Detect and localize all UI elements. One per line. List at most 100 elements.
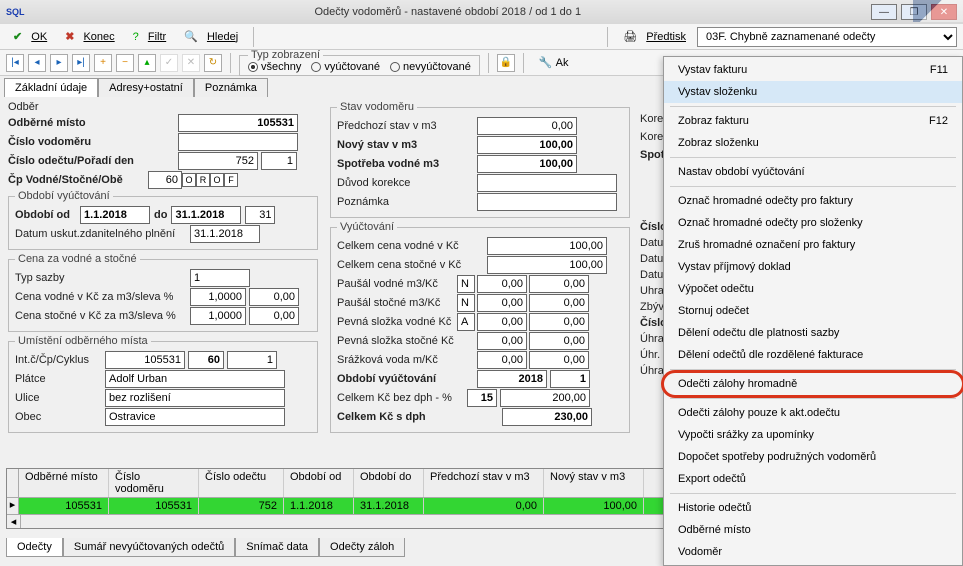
pevna-stocne-2[interactable] bbox=[529, 332, 589, 350]
hledej-button[interactable]: 🔍 Hledej bbox=[177, 28, 245, 45]
radio-billed[interactable]: vyúčtované bbox=[311, 61, 380, 73]
radio-unbilled[interactable]: nevyúčtované bbox=[390, 61, 471, 73]
lock-icon[interactable]: 🔒 bbox=[497, 54, 515, 72]
poznamka-input[interactable] bbox=[477, 193, 617, 211]
celkem-bez-pct[interactable] bbox=[467, 389, 497, 407]
menu-oznac-slozenky[interactable]: Označ hromadné odečty pro složenky bbox=[664, 212, 962, 234]
nav-first-icon[interactable]: |◂ bbox=[6, 54, 24, 72]
menu-zobraz-fakturu[interactable]: Zobraz fakturuF12 bbox=[664, 110, 962, 132]
cena-stocne-sleva[interactable] bbox=[249, 307, 299, 325]
akce-button[interactable]: 🔧Ak bbox=[532, 54, 576, 71]
srazkova-1[interactable] bbox=[477, 351, 527, 369]
pevna-vodne-1[interactable] bbox=[477, 313, 527, 331]
menu-vystav-prijmovy[interactable]: Vystav příjmový doklad bbox=[664, 256, 962, 278]
celkem-bez-input[interactable] bbox=[500, 389, 590, 407]
menu-vystav-slozenku[interactable]: Vystav složenku bbox=[664, 81, 962, 103]
celkem-stocne-input[interactable] bbox=[487, 256, 607, 274]
menu-vypocti-srazky[interactable]: Vypočti srážky za upomínky bbox=[664, 424, 962, 446]
menu-odberne-misto[interactable]: Odběrné místo bbox=[664, 519, 962, 541]
btab-snimac[interactable]: Snímač data bbox=[235, 538, 319, 557]
menu-deleni-fakturace[interactable]: Dělení odečtů dle rozdělené fakturace bbox=[664, 344, 962, 366]
ok-button[interactable]: ✔ OK bbox=[6, 28, 54, 45]
menu-vypocet-odectu[interactable]: Výpočet odečtu bbox=[664, 278, 962, 300]
scroll-left-icon[interactable]: ◂ bbox=[7, 515, 21, 528]
grid-h5[interactable]: Období do bbox=[354, 469, 424, 497]
pevna-vodne-flag[interactable] bbox=[457, 313, 475, 331]
nav-add-icon[interactable]: + bbox=[94, 54, 112, 72]
menu-vystav-fakturu[interactable]: Vystav fakturuF11 bbox=[664, 59, 962, 81]
tab-basic[interactable]: Základní údaje bbox=[4, 78, 98, 97]
cp-input[interactable] bbox=[148, 171, 182, 189]
obec-input[interactable] bbox=[105, 408, 285, 426]
cena-vodne-sleva[interactable] bbox=[249, 288, 299, 306]
minimize-button[interactable]: — bbox=[871, 4, 897, 20]
tab-note[interactable]: Poznámka bbox=[194, 78, 268, 97]
pausal-stocne-flag[interactable] bbox=[457, 294, 475, 312]
flag-f[interactable]: F bbox=[224, 173, 238, 187]
menu-deleni-sazby[interactable]: Dělení odečtu dle platnosti sazby bbox=[664, 322, 962, 344]
obdobi-vyuct-rok[interactable] bbox=[477, 370, 547, 388]
pausal-vodne-m3[interactable] bbox=[477, 275, 527, 293]
srazkova-2[interactable] bbox=[529, 351, 589, 369]
menu-stornuj-odecet[interactable]: Stornuj odečet bbox=[664, 300, 962, 322]
grid-h6[interactable]: Předchozí stav v m3 bbox=[424, 469, 544, 497]
nav-refresh-icon[interactable]: ↻ bbox=[204, 54, 222, 72]
menu-dopocet-spotreby[interactable]: Dopočet spotřeby podružných vodoměrů bbox=[664, 446, 962, 468]
grid-h7[interactable]: Nový stav v m3 bbox=[544, 469, 644, 497]
menu-odecti-zalohy-akt[interactable]: Odečti zálohy pouze k akt.odečtu bbox=[664, 402, 962, 424]
predtisk-button[interactable]: 🖨 Předtisk bbox=[616, 28, 693, 45]
intc1-input[interactable] bbox=[105, 351, 185, 369]
menu-zrus-oznaceni[interactable]: Zruš hromadné označení pro faktury bbox=[664, 234, 962, 256]
obdobi-od-input[interactable] bbox=[80, 206, 150, 224]
intc2-input[interactable] bbox=[188, 351, 224, 369]
btab-sumar[interactable]: Sumář nevyúčtovaných odečtů bbox=[63, 538, 235, 557]
konec-button[interactable]: ✖ Konec bbox=[58, 28, 121, 45]
cena-stocne-input[interactable] bbox=[190, 307, 246, 325]
ulice-input[interactable] bbox=[105, 389, 285, 407]
menu-zobraz-slozenku[interactable]: Zobraz složenku bbox=[664, 132, 962, 154]
nav-del-icon[interactable]: − bbox=[116, 54, 134, 72]
pausal-stocne-m3[interactable] bbox=[477, 294, 527, 312]
btab-odecty[interactable]: Odečty bbox=[6, 538, 63, 557]
predtisk-select[interactable]: 03F. Chybně zaznamenané odečty bbox=[697, 27, 957, 47]
menu-export-odectu[interactable]: Export odečtů bbox=[664, 468, 962, 490]
novy-stav-input[interactable] bbox=[477, 136, 577, 154]
poradi-input[interactable] bbox=[261, 152, 297, 170]
flag-o2[interactable]: O bbox=[210, 173, 224, 187]
grid-h3[interactable]: Číslo odečtu bbox=[199, 469, 284, 497]
cislo-vodomeru-input[interactable] bbox=[178, 133, 298, 151]
celkem-s-input[interactable] bbox=[502, 408, 592, 426]
pausal-stocne-kc[interactable] bbox=[529, 294, 589, 312]
tab-addresses[interactable]: Adresy+ostatní bbox=[98, 78, 194, 97]
radio-all[interactable]: všechny bbox=[248, 61, 301, 73]
menu-odecti-zalohy-hromadne[interactable]: Odečti zálohy hromadně bbox=[664, 373, 962, 395]
duvod-input[interactable] bbox=[477, 174, 617, 192]
menu-nastav-obdobi[interactable]: Nastav období vyúčtování bbox=[664, 161, 962, 183]
grid-h2[interactable]: Číslo vodoměru bbox=[109, 469, 199, 497]
celkem-vodne-input[interactable] bbox=[487, 237, 607, 255]
obdobi-vyuct-n[interactable] bbox=[550, 370, 590, 388]
grid-h1[interactable]: Odběrné místo bbox=[19, 469, 109, 497]
nav-up-icon[interactable]: ▴ bbox=[138, 54, 156, 72]
btab-zalohy[interactable]: Odečty záloh bbox=[319, 538, 405, 557]
predchozi-input[interactable] bbox=[477, 117, 577, 135]
pevna-vodne-2[interactable] bbox=[529, 313, 589, 331]
intc3-input[interactable] bbox=[227, 351, 277, 369]
cislo-odectu-input[interactable] bbox=[178, 152, 258, 170]
menu-historie-odectu[interactable]: Historie odečtů bbox=[664, 497, 962, 519]
pausal-vodne-kc[interactable] bbox=[529, 275, 589, 293]
nav-prev-icon[interactable]: ◂ bbox=[28, 54, 46, 72]
odberne-misto-input[interactable] bbox=[178, 114, 298, 132]
filtr-button[interactable]: ? Filtr bbox=[126, 29, 174, 45]
grid-h4[interactable]: Období od bbox=[284, 469, 354, 497]
spotreba-input[interactable] bbox=[477, 155, 577, 173]
nav-last-icon[interactable]: ▸| bbox=[72, 54, 90, 72]
menu-oznac-faktury[interactable]: Označ hromadné odečty pro faktury bbox=[664, 190, 962, 212]
typ-sazby-input[interactable] bbox=[190, 269, 250, 287]
flag-o[interactable]: O bbox=[182, 173, 196, 187]
pausal-vodne-flag[interactable] bbox=[457, 275, 475, 293]
nav-next-icon[interactable]: ▸ bbox=[50, 54, 68, 72]
flag-r[interactable]: R bbox=[196, 173, 210, 187]
obdobi-do-input[interactable] bbox=[171, 206, 241, 224]
obdobi-dni-input[interactable] bbox=[245, 206, 275, 224]
